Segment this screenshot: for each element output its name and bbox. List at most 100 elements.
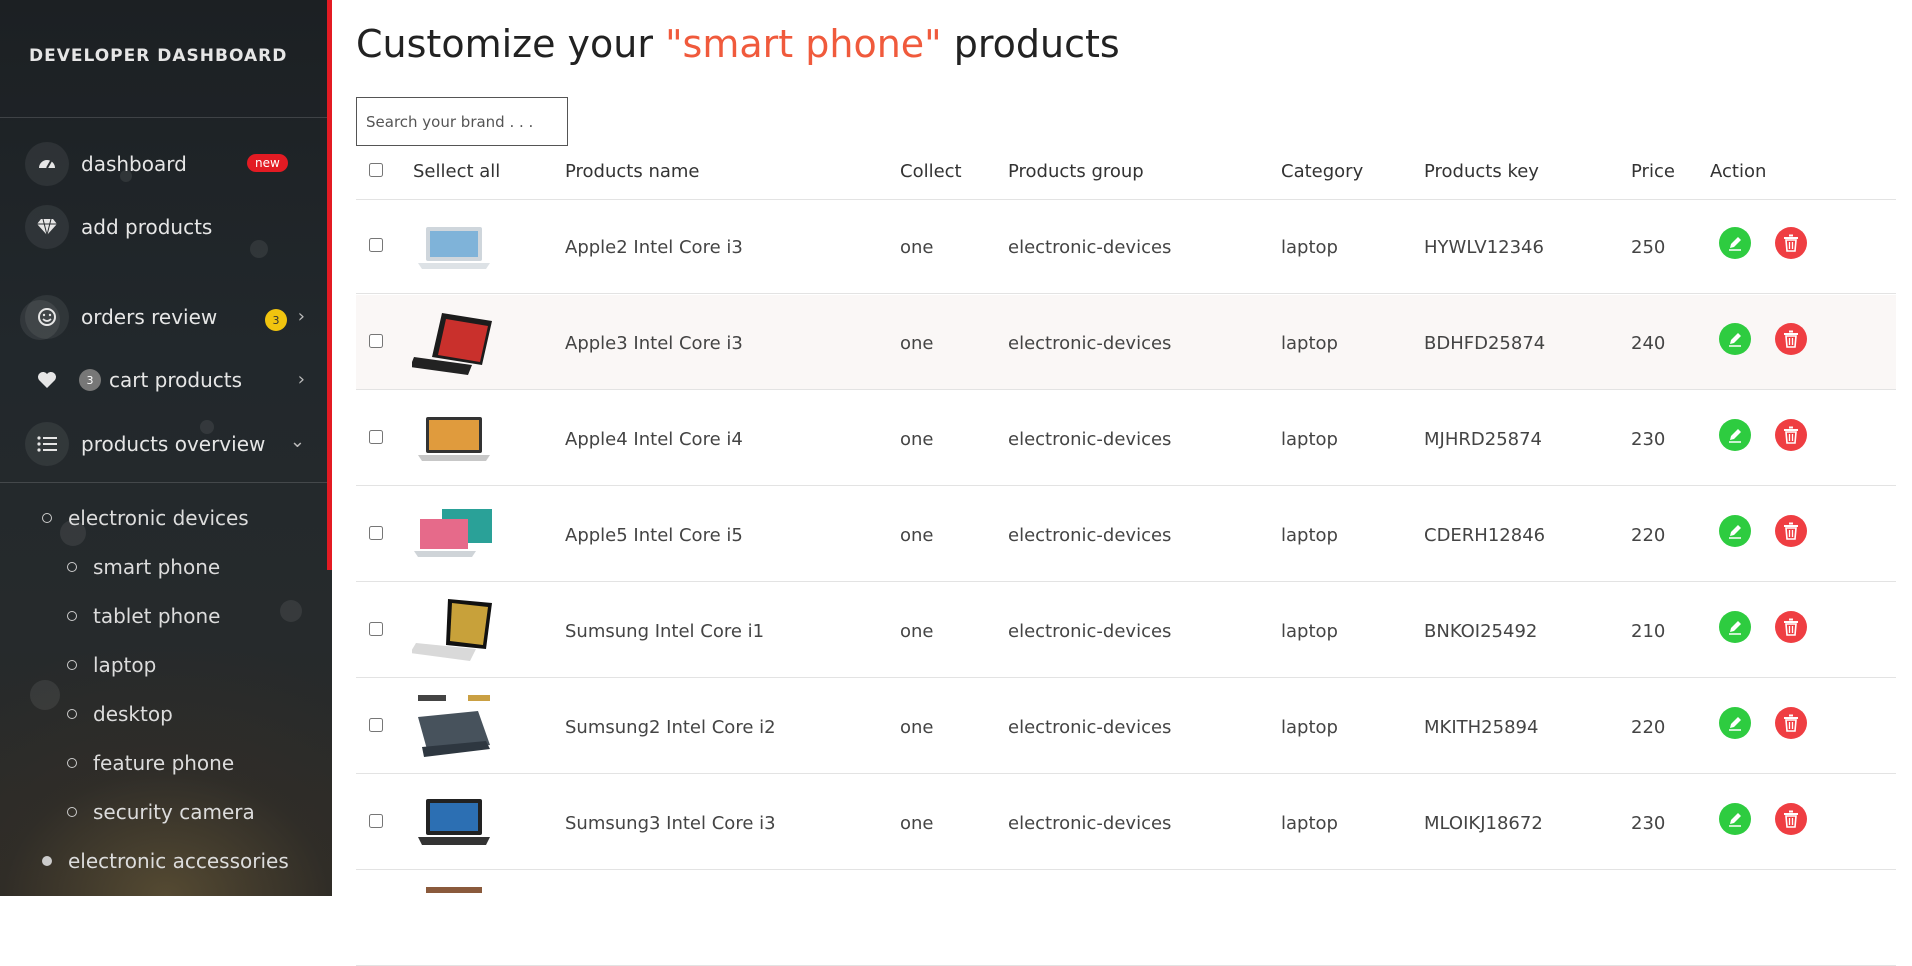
sidebar-item-label: cart products: [109, 368, 243, 392]
cell-category: laptop: [1281, 717, 1338, 738]
sidebar-item-label: add products: [81, 215, 213, 239]
table-header: Sellect all Products name Collect Produc…: [356, 155, 1896, 200]
cell-products-key: MLOIKJ18672: [1424, 813, 1543, 834]
delete-button[interactable]: [1775, 227, 1807, 259]
sidebar-subitem-security-camera[interactable]: security camera: [67, 800, 255, 824]
row-checkbox[interactable]: [369, 814, 383, 828]
cell-products-group: electronic-devices: [1008, 717, 1172, 738]
cell-price: 250: [1631, 237, 1666, 258]
delete-button[interactable]: [1775, 707, 1807, 739]
divider: [0, 482, 327, 483]
pencil-icon: [1729, 525, 1741, 539]
title-accent: "smart phone": [665, 22, 942, 66]
circle-bullet-icon: [67, 807, 77, 817]
brand-title: DEVELOPER DASHBOARD: [29, 46, 288, 66]
sidebar-subitem-tablet-phone[interactable]: tablet phone: [67, 604, 220, 628]
sidebar-item-cart-products[interactable]: 3 cart products ›: [25, 357, 305, 403]
cell-collect: one: [900, 429, 934, 450]
edit-button[interactable]: [1719, 227, 1751, 259]
sidebar-item-label: orders review: [81, 305, 218, 329]
cell-price: 220: [1631, 525, 1666, 546]
filled-bullet-icon: [42, 856, 52, 866]
main-content: Customize your "smart phone" products Se…: [356, 0, 1896, 966]
product-thumbnail: [412, 787, 496, 857]
delete-button[interactable]: [1775, 611, 1807, 643]
sidebar-item-products-overview[interactable]: products overview ⌄: [25, 421, 305, 467]
row-checkbox[interactable]: [369, 526, 383, 540]
product-thumbnail: [412, 403, 496, 473]
cell-price: 220: [1631, 717, 1666, 738]
cell-category: laptop: [1281, 525, 1338, 546]
sidebar-subitem-feature-phone[interactable]: feature phone: [67, 751, 234, 775]
cell-products-key: MJHRD25874: [1424, 429, 1543, 450]
cell-product-name: Apple5 Intel Core i5: [565, 525, 743, 546]
row-checkbox[interactable]: [369, 718, 383, 732]
sidebar-item-label: products overview: [81, 432, 266, 456]
pencil-icon: [1729, 429, 1741, 443]
speedometer-icon: [25, 142, 69, 186]
circle-bullet-icon: [67, 660, 77, 670]
row-checkbox[interactable]: [369, 334, 383, 348]
new-badge: new: [247, 154, 288, 172]
chevron-right-icon: ›: [297, 306, 305, 327]
sidebar: DEVELOPER DASHBOARD dashboard new add pr…: [0, 0, 332, 896]
edit-button[interactable]: [1719, 323, 1751, 355]
product-thumbnail: [412, 211, 496, 281]
subitem-label: electronic devices: [68, 506, 249, 530]
cell-product-name: Sumsung3 Intel Core i3: [565, 813, 776, 834]
table-row: Sumsung2 Intel Core i2 one electronic-devi…: [356, 679, 1896, 774]
cell-products-group: electronic-devices: [1008, 333, 1172, 354]
row-checkbox[interactable]: [369, 238, 383, 252]
pencil-icon: [1729, 717, 1741, 731]
cell-collect: one: [900, 525, 934, 546]
subitem-label: tablet phone: [93, 604, 221, 628]
table-row: Apple2 Intel Core i3 one electronic-device…: [356, 199, 1896, 294]
delete-button[interactable]: [1775, 419, 1807, 451]
sidebar-subitem-electronic-devices[interactable]: electronic devices: [42, 506, 249, 530]
bokeh-decoration: [30, 680, 60, 710]
search-input[interactable]: [356, 97, 568, 146]
sidebar-item-add-products[interactable]: add products: [25, 204, 305, 250]
sidebar-item-orders-review[interactable]: orders review 3 ›: [25, 294, 305, 340]
trash-icon: [1784, 330, 1798, 348]
table-row: Apple3 Intel Core i3 one electronic-device…: [356, 295, 1896, 390]
cell-products-group: electronic-devices: [1008, 525, 1172, 546]
page-title: Customize your "smart phone" products: [356, 22, 1120, 66]
edit-button[interactable]: [1719, 611, 1751, 643]
pencil-icon: [1729, 237, 1741, 251]
column-header-select-all[interactable]: Sellect all: [413, 161, 500, 182]
cell-category: laptop: [1281, 237, 1338, 258]
row-checkbox[interactable]: [369, 430, 383, 444]
column-header-category: Category: [1281, 161, 1364, 182]
sidebar-subitem-laptop[interactable]: laptop: [67, 653, 156, 677]
cell-product-name: Sumsung2 Intel Core i2: [565, 717, 776, 738]
select-all-checkbox[interactable]: [369, 163, 383, 177]
sidebar-subitem-desktop[interactable]: desktop: [67, 702, 173, 726]
cell-products-key: HYWLV12346: [1424, 237, 1544, 258]
row-checkbox[interactable]: [369, 622, 383, 636]
edit-button[interactable]: [1719, 515, 1751, 547]
sidebar-subitem-electronic-accessories[interactable]: electronic accessories: [42, 849, 289, 873]
delete-button[interactable]: [1775, 515, 1807, 547]
count-badge: 3: [79, 369, 101, 391]
edit-button[interactable]: [1719, 803, 1751, 835]
delete-button[interactable]: [1775, 803, 1807, 835]
delete-button[interactable]: [1775, 323, 1807, 355]
edit-button[interactable]: [1719, 419, 1751, 451]
sidebar-item-dashboard[interactable]: dashboard new: [25, 141, 305, 187]
column-header-products-group: Products group: [1008, 161, 1144, 182]
cell-price: 210: [1631, 621, 1666, 642]
trash-icon: [1784, 618, 1798, 636]
trash-icon: [1784, 426, 1798, 444]
column-header-products-key: Products key: [1424, 161, 1539, 182]
table-row: Apple4 Intel Core i4 one electronic-device…: [356, 391, 1896, 486]
table-row: Sumsung3 Intel Core i3 one electronic-devi…: [356, 775, 1896, 870]
pencil-icon: [1729, 621, 1741, 635]
cell-products-group: electronic-devices: [1008, 237, 1172, 258]
cell-price: 240: [1631, 333, 1666, 354]
sidebar-item-label: dashboard: [81, 152, 187, 176]
sidebar-subitem-smart-phone[interactable]: smart phone: [67, 555, 220, 579]
edit-button[interactable]: [1719, 707, 1751, 739]
cell-product-name: Apple3 Intel Core i3: [565, 333, 743, 354]
product-thumbnail: [412, 499, 496, 569]
